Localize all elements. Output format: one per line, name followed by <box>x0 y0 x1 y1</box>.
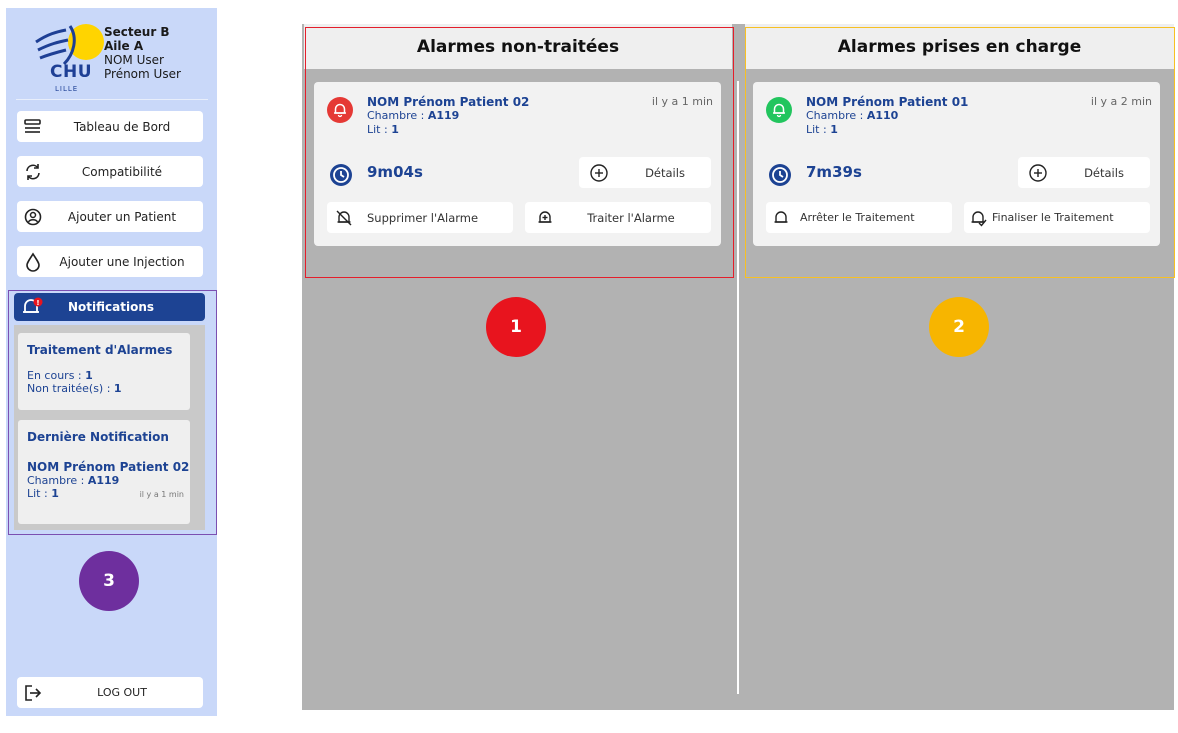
last-notification-time: il y a 1 min <box>139 490 184 499</box>
nav-dashboard-button[interactable]: Tableau de Bord <box>17 111 203 142</box>
treatment-title: Traitement d'Alarmes <box>27 343 173 357</box>
bed-label: Lit : <box>27 487 52 500</box>
last-notification-card[interactable]: Dernière Notification NOM Prénom Patient… <box>18 420 190 524</box>
column-divider <box>737 81 739 694</box>
logout-button[interactable]: LOG OUT <box>17 677 203 708</box>
treatment-summary-card[interactable]: Traitement d'Alarmes En cours : 1 Non tr… <box>18 333 190 410</box>
sidebar: CHU LILLE Secteur B Aile A NOM User Prén… <box>6 8 217 716</box>
in-progress-count: 1 <box>85 369 93 382</box>
drop-icon <box>19 252 47 272</box>
sector-label: Secteur B <box>104 25 170 39</box>
user-info: Secteur B Aile A NOM User Prénom User <box>104 25 181 81</box>
brand-text: CHU <box>50 62 93 82</box>
annotation-badge-1: 1 <box>486 297 546 357</box>
refresh-icon <box>19 162 47 182</box>
dashboard-icon <box>19 118 47 136</box>
room-label: Chambre : <box>27 474 88 487</box>
user-last-name: NOM User <box>104 53 164 67</box>
annotation-badge-2: 2 <box>929 297 989 357</box>
nav-compatibility-button[interactable]: Compatibilité <box>17 156 203 187</box>
nav-compatibility-label: Compatibilité <box>81 164 163 179</box>
user-circle-icon <box>19 207 47 227</box>
nav-add-injection-label: Ajouter une Injection <box>59 254 185 269</box>
bell-alert-icon: ! <box>17 297 47 317</box>
brand-subtext: LILLE <box>55 85 79 93</box>
untreated-label: Non traitée(s) : <box>27 382 114 395</box>
nav-dashboard-label: Tableau de Bord <box>73 119 171 134</box>
last-notification-room: Chambre : A119 <box>27 474 119 487</box>
header-divider <box>16 99 208 100</box>
logout-icon <box>19 683 47 703</box>
notifications-content: Traitement d'Alarmes En cours : 1 Non tr… <box>14 325 205 530</box>
notifications-panel: ! Notifications Traitement d'Alarmes En … <box>8 290 217 535</box>
nav-add-injection-button[interactable]: Ajouter une Injection <box>17 246 203 277</box>
notifications-button[interactable]: ! Notifications <box>14 293 205 321</box>
notifications-label: Notifications <box>67 300 155 314</box>
last-notification-patient: NOM Prénom Patient 02 <box>27 460 190 474</box>
logout-label: LOG OUT <box>97 686 147 699</box>
user-first-name: Prénom User <box>104 67 181 81</box>
untreated-count: 1 <box>113 382 122 395</box>
svg-text:!: ! <box>36 299 39 307</box>
in-progress-line: En cours : 1 <box>27 369 93 382</box>
in-progress-label: En cours : <box>27 369 86 382</box>
highlight-frame-untreated <box>305 27 734 278</box>
wing-label: Aile A <box>104 39 144 53</box>
highlight-frame-handled <box>745 27 1175 278</box>
sidebar-header: CHU LILLE Secteur B Aile A NOM User Prén… <box>6 8 217 100</box>
nav-add-patient-button[interactable]: Ajouter un Patient <box>17 201 203 232</box>
nav-add-patient-label: Ajouter un Patient <box>67 209 177 224</box>
bed-value: 1 <box>51 487 59 500</box>
untreated-line: Non traitée(s) : 1 <box>27 382 122 395</box>
last-notification-title: Dernière Notification <box>27 430 169 444</box>
annotation-badge-3: 3 <box>79 551 139 611</box>
last-notification-bed: Lit : 1 <box>27 487 59 500</box>
room-value: A119 <box>87 474 120 487</box>
